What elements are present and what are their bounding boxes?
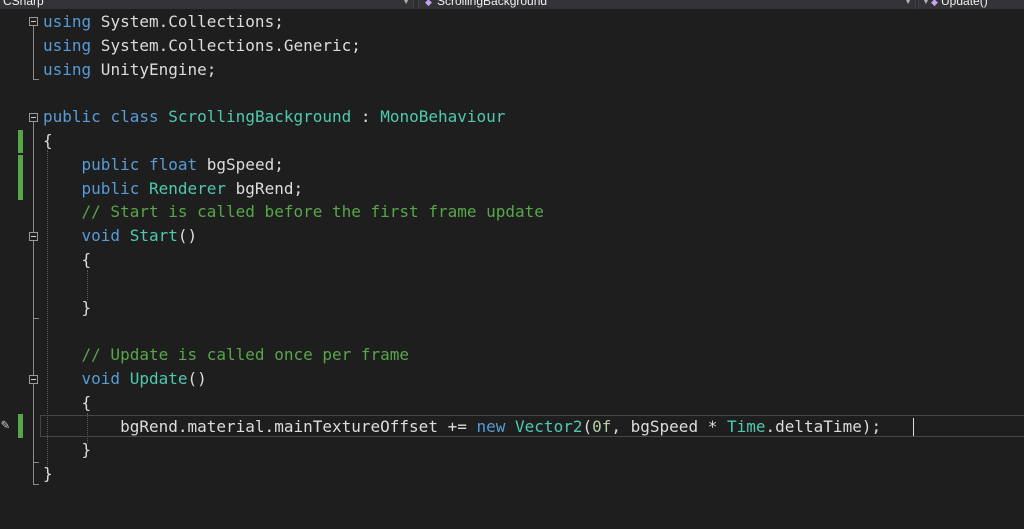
edit-pen-icon: ✎ — [1, 417, 10, 433]
code-line[interactable]: using System.Collections.Generic; — [43, 34, 361, 58]
member-dropdown[interactable]: ▼ ◆ Update() — [918, 0, 1024, 9]
code-token: ( — [582, 416, 593, 436]
fold-end — [33, 462, 39, 463]
code-token: UnityEngine; — [91, 59, 217, 79]
method-icon: ◆ — [931, 0, 938, 7]
code-line[interactable]: using UnityEngine; — [43, 58, 216, 82]
code-token: float — [148, 154, 198, 174]
collapse-icon[interactable] — [29, 232, 38, 241]
code-line[interactable]: } — [43, 438, 92, 462]
chevron-down-icon: ▼ — [402, 0, 410, 6]
code-token: () — [187, 369, 207, 388]
navigation-bar: CSharp ▼ ◆ ScrollingBackground ▼ ▼ ◆ Upd… — [0, 0, 1024, 9]
project-dropdown[interactable]: CSharp ▼ — [0, 0, 414, 9]
code-token: Time — [726, 416, 766, 436]
change-marker — [18, 155, 23, 200]
code-token: 0f — [592, 416, 612, 436]
class-label: ScrollingBackground — [437, 0, 548, 8]
code-token: Start — [129, 226, 178, 246]
change-marker — [18, 130, 23, 153]
code-line[interactable]: void Update() — [43, 367, 207, 391]
change-marker — [18, 414, 23, 438]
code-token: Update — [129, 369, 188, 388]
collapse-icon[interactable] — [29, 17, 38, 26]
code-line[interactable]: } — [43, 462, 53, 486]
collapse-icon[interactable] — [29, 375, 38, 384]
fold-end — [33, 318, 39, 319]
code-token: using — [43, 59, 92, 79]
collapse-icon[interactable] — [29, 113, 38, 122]
code-token: ScrollingBackground — [168, 107, 352, 127]
code-token: System.Collections.Generic; — [91, 35, 361, 55]
code-token: bgSpeed; — [197, 154, 284, 174]
code-line[interactable]: void Start() — [43, 224, 198, 248]
chevron-down-icon: ▼ — [904, 0, 912, 6]
code-token: { — [43, 131, 53, 150]
text-caret — [913, 418, 914, 436]
code-line[interactable]: // Start is called before the first fram… — [43, 200, 544, 224]
code-line[interactable]: // Update is called once per frame — [43, 343, 410, 367]
code-token: { — [43, 392, 92, 412]
fold-outline — [33, 384, 34, 462]
method-label: Update() — [941, 0, 988, 8]
chevron-down-icon: ▼ — [922, 0, 930, 6]
code-token: Renderer — [148, 178, 227, 198]
code-token: class — [110, 107, 159, 127]
fold-outline — [33, 241, 34, 318]
code-token: bgRend.material.mainTextureOffset += — [43, 416, 477, 436]
fold-end — [33, 484, 39, 485]
code-line[interactable]: { — [43, 391, 92, 415]
code-token: bgRend; — [226, 178, 304, 198]
code-line[interactable]: } — [43, 296, 92, 320]
code-token: } — [43, 440, 92, 460]
code-token: .deltaTime); — [765, 416, 882, 436]
code-line[interactable]: public Renderer bgRend; — [43, 177, 304, 201]
code-line[interactable]: using System.Collections; — [43, 10, 284, 34]
code-token: // Update is called once per frame — [81, 345, 410, 365]
fold-outline — [33, 26, 34, 80]
code-token: public — [43, 107, 101, 127]
code-token: public — [81, 178, 140, 198]
code-line[interactable]: { — [43, 129, 53, 153]
code-token: void — [81, 369, 121, 388]
code-token: } — [43, 297, 92, 317]
code-token: MonoBehaviour — [380, 107, 506, 127]
code-token: new — [476, 416, 506, 436]
class-icon: ◆ — [425, 0, 432, 7]
code-token: using — [43, 35, 92, 55]
code-line[interactable]: public class ScrollingBackground : MonoB… — [43, 105, 505, 129]
fold-end — [33, 79, 39, 80]
code-token: using — [43, 12, 92, 31]
code-token: void — [81, 226, 121, 246]
code-line[interactable]: { — [43, 248, 92, 272]
code-line[interactable]: bgRend.material.mainTextureOffset += new… — [43, 415, 881, 439]
project-label: CSharp — [3, 0, 44, 8]
class-dropdown[interactable]: ◆ ScrollingBackground ▼ — [418, 0, 916, 9]
code-line[interactable]: public float bgSpeed; — [43, 153, 284, 177]
code-token: : — [351, 107, 381, 127]
code-token: // Start is called before the first fram… — [81, 202, 544, 222]
code-token: Vector2 — [515, 416, 583, 436]
code-token: System.Collections; — [91, 12, 284, 31]
code-token: () — [177, 226, 198, 246]
code-token: { — [43, 250, 92, 269]
code-token: } — [43, 464, 53, 484]
code-token: public — [81, 154, 140, 174]
code-token: , bgSpeed * — [611, 416, 727, 436]
